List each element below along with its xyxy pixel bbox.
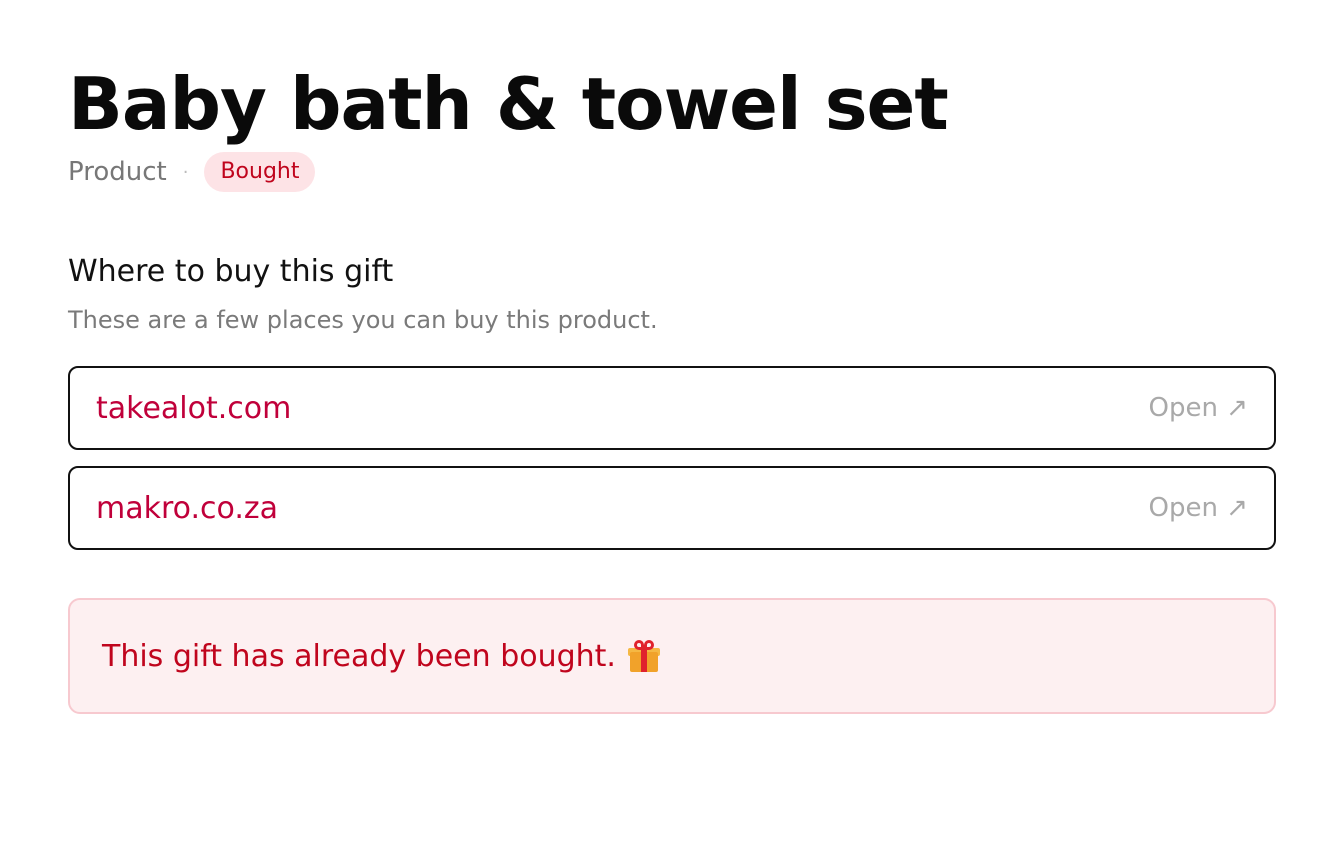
where-to-buy-heading: Where to buy this gift	[68, 254, 394, 289]
store-name: makro.co.za	[96, 490, 279, 526]
open-link[interactable]: Open ↗	[1149, 493, 1249, 523]
status-badge: Bought	[204, 152, 316, 192]
meta-separator: ·	[182, 161, 189, 183]
gift-icon	[627, 640, 660, 672]
store-link-makro[interactable]: makro.co.za Open ↗	[68, 466, 1276, 550]
store-name: takealot.com	[96, 390, 292, 426]
gift-type-label: Product	[68, 157, 167, 187]
store-list: takealot.com Open ↗ makro.co.za Open ↗	[68, 366, 1276, 550]
gift-meta: Product · Bought	[68, 152, 1276, 192]
store-link-takealot[interactable]: takealot.com Open ↗	[68, 366, 1276, 450]
notice-text: This gift has already been bought.	[102, 638, 616, 674]
page-title: Baby bath & towel set	[68, 62, 949, 146]
gift-detail-page: Baby bath & towel set Product · Bought W…	[0, 0, 1344, 714]
open-link[interactable]: Open ↗	[1149, 393, 1249, 423]
where-to-buy-subheading: These are a few places you can buy this …	[68, 306, 658, 334]
already-bought-notice: This gift has already been bought.	[68, 598, 1276, 714]
